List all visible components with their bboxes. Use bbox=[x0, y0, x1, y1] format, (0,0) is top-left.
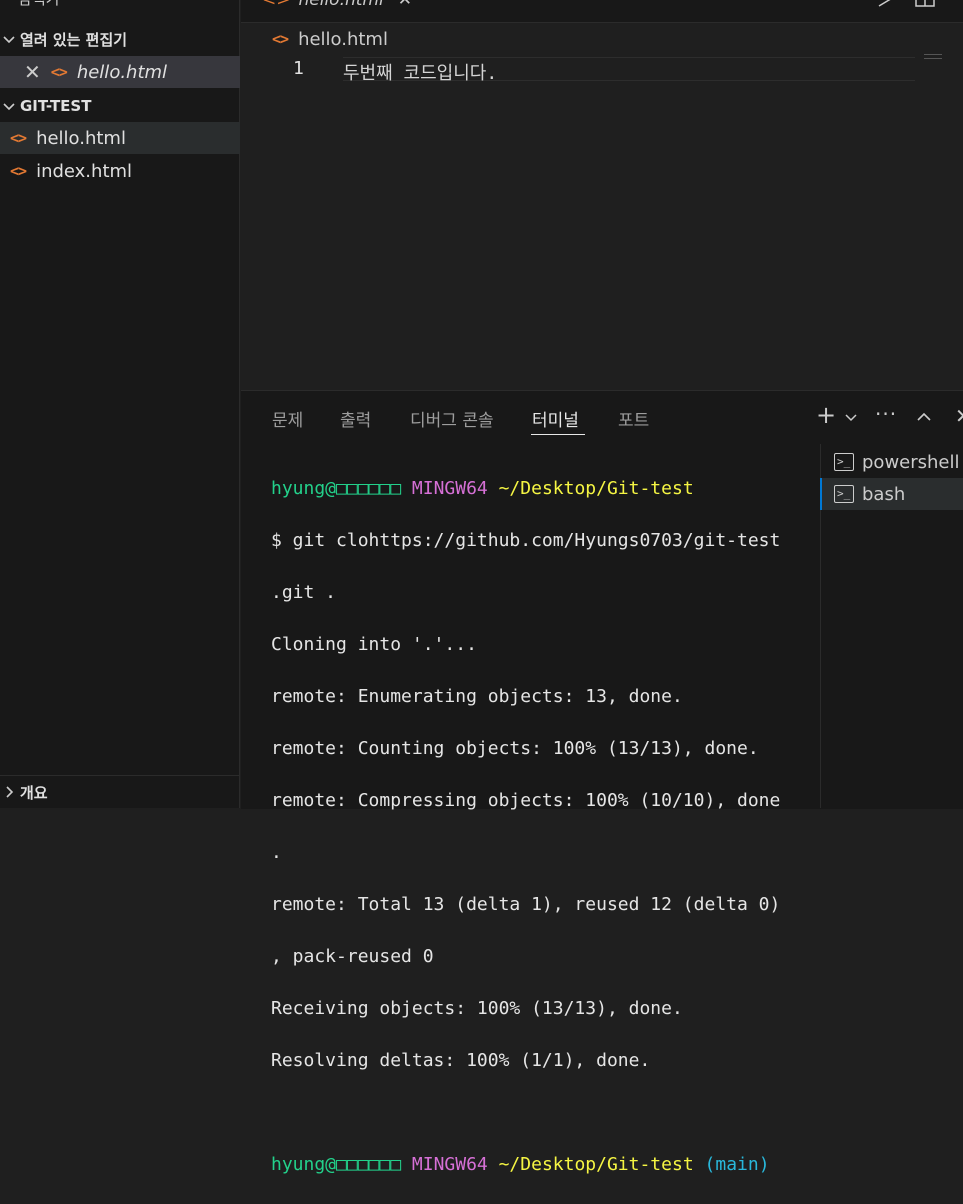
plus-icon[interactable]: + bbox=[816, 401, 836, 429]
terminal-icon: >_ bbox=[834, 453, 854, 471]
html-file-icon: <> bbox=[262, 0, 291, 10]
html-file-icon: <> bbox=[272, 30, 289, 48]
prompt-path: ~/Desktop/Git-test bbox=[498, 1154, 694, 1175]
editor-area[interactable] bbox=[241, 56, 963, 390]
explorer-title: 탐색기 bbox=[18, 0, 59, 9]
chevron-down-icon bbox=[3, 103, 15, 111]
terminal-icon: >_ bbox=[834, 485, 854, 503]
tab-problems[interactable]: 문제 bbox=[272, 406, 303, 431]
file-item-hello[interactable]: <> hello.html bbox=[0, 122, 240, 154]
prompt-branch: (main) bbox=[704, 1154, 770, 1175]
file-label: index.html bbox=[36, 160, 133, 182]
prompt-user: hyung@□□□□□□ bbox=[271, 478, 402, 499]
tab-debug-console[interactable]: 디버그 콘솔 bbox=[410, 406, 494, 431]
html-file-icon: <> bbox=[50, 63, 68, 81]
chevron-down-icon bbox=[3, 36, 15, 44]
chevron-right-icon bbox=[6, 786, 14, 798]
code-line[interactable]: 두번째 코드입니다. bbox=[343, 57, 915, 84]
terminal-line: $ git clohttps://github.com/Hyungs0703/g… bbox=[271, 530, 781, 551]
terminal-item-label: powershell bbox=[862, 451, 960, 473]
split-editor-icon[interactable] bbox=[915, 0, 935, 8]
breadcrumb: <> hello.html bbox=[241, 26, 388, 52]
terminal-line: Cloning into '.'... bbox=[271, 634, 477, 655]
terminal-line: Resolving deltas: 100% (1/1), done. bbox=[271, 1050, 651, 1071]
tab-terminal[interactable]: 터미널 bbox=[532, 406, 579, 431]
terminal-item-powershell[interactable]: >_ powershell bbox=[820, 446, 963, 478]
terminal-line: remote: Counting objects: 100% (13/13), … bbox=[271, 738, 759, 759]
terminal-item-bash[interactable]: >_ bash bbox=[820, 478, 963, 510]
html-file-icon: <> bbox=[10, 129, 27, 147]
file-item-index[interactable]: <> index.html bbox=[0, 155, 240, 187]
minimap bbox=[924, 54, 942, 59]
file-label: hello.html bbox=[36, 127, 126, 149]
project-header[interactable]: GIT-TEST bbox=[0, 90, 240, 122]
outline-label: 개요 bbox=[20, 783, 48, 802]
prompt-user: hyung@□□□□□□ bbox=[271, 1154, 402, 1175]
active-tab-indicator bbox=[531, 434, 585, 435]
terminal-prompt: hyung@□□□□□□ MINGW64 ~/Desktop/Git-test bbox=[271, 476, 811, 502]
terminal-line: remote: Total 13 (delta 1), reused 12 (d… bbox=[271, 894, 781, 915]
terminal-line: .git . bbox=[271, 582, 337, 603]
chevron-down-icon[interactable] bbox=[845, 413, 857, 423]
terminal-item-label: bash bbox=[862, 483, 906, 505]
more-actions-icon[interactable]: ··· bbox=[875, 402, 897, 426]
html-file-icon: <> bbox=[10, 162, 27, 180]
terminal-blank bbox=[271, 1100, 811, 1126]
terminal-line: remote: Enumerating objects: 13, done. bbox=[271, 686, 683, 707]
terminal-line: remote: Compressing objects: 100% (10/10… bbox=[271, 790, 781, 811]
editor-tab[interactable]: <> hello.html ✕ bbox=[262, 0, 412, 10]
run-icon[interactable] bbox=[876, 0, 892, 8]
terminal-line: Receiving objects: 100% (13/13), done. bbox=[271, 998, 683, 1019]
tab-output[interactable]: 출력 bbox=[340, 406, 371, 431]
close-icon[interactable]: ✕ bbox=[398, 0, 412, 10]
prompt-system: MINGW64 bbox=[411, 1154, 488, 1175]
terminal-prompt: hyung@□□□□□□ MINGW64 ~/Desktop/Git-test … bbox=[271, 1152, 811, 1178]
breadcrumb-file[interactable]: hello.html bbox=[298, 29, 388, 50]
open-editor-filename: hello.html bbox=[76, 61, 168, 83]
maximize-panel-icon[interactable] bbox=[916, 411, 932, 423]
prompt-path: ~/Desktop/Git-test bbox=[498, 478, 694, 499]
terminal-line: , pack-reused 0 bbox=[271, 946, 434, 967]
terminal-output[interactable]: hyung@□□□□□□ MINGW64 ~/Desktop/Git-test … bbox=[271, 450, 811, 1204]
terminal-line: . bbox=[271, 842, 282, 863]
outline-header[interactable]: 개요 bbox=[0, 776, 240, 808]
close-panel-icon[interactable]: ✕ bbox=[955, 404, 963, 428]
close-icon[interactable]: ✕ bbox=[24, 60, 41, 84]
tab-ports[interactable]: 포트 bbox=[618, 406, 649, 431]
open-editors-header[interactable]: 열려 있는 편집기 bbox=[0, 23, 240, 55]
open-editor-item[interactable]: ✕ <> hello.html bbox=[0, 56, 240, 88]
editor-tab-label: hello.html bbox=[298, 0, 384, 10]
project-label: GIT-TEST bbox=[20, 97, 92, 115]
line-number: 1 bbox=[293, 58, 304, 79]
prompt-system: MINGW64 bbox=[411, 478, 488, 499]
open-editors-label: 열려 있는 편집기 bbox=[20, 30, 128, 49]
